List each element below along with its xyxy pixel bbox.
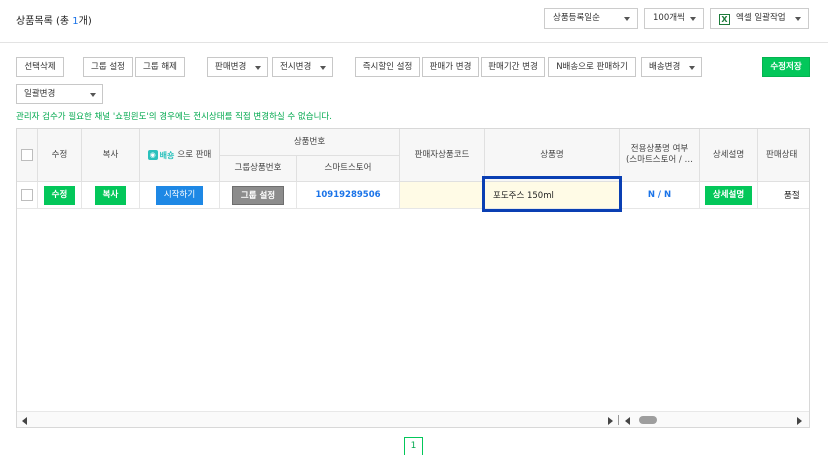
excel-bulk-select[interactable]: X 엑셀 일괄작업: [710, 8, 809, 29]
baemin-logo: ◉ 배숑: [147, 150, 175, 161]
header-smartstore: 스마트스토어: [297, 156, 400, 182]
baemin-suffix: 으로 판매: [177, 149, 212, 160]
delivery-change-label: 배송변경: [649, 62, 681, 72]
chevron-down-icon: [795, 17, 801, 21]
sale-period-change-button[interactable]: 판매기간 변경: [481, 57, 545, 77]
row-detail-cell: 상세설명: [700, 182, 758, 209]
scroll-right-arrow-icon[interactable]: [608, 417, 613, 425]
page-size-value: 100개씩: [653, 13, 685, 23]
header-seller-code: 판매자상품코드: [400, 129, 485, 182]
notice-text: 관리자 검수가 필요한 채널 '쇼핑윈도'의 경우에는 전시상태를 직접 변경하…: [16, 112, 332, 122]
header-baemin-sale: ◉ 배숑 으로 판매: [140, 129, 220, 182]
product-name-field[interactable]: 포도주스 150ml: [485, 182, 620, 209]
header-sale-status: 판매상태: [758, 129, 809, 182]
sale-price-change-button[interactable]: 판매가 변경: [422, 57, 479, 77]
group-set-row-button[interactable]: 그룹 설정: [231, 185, 285, 205]
row-edit-cell: 수정: [38, 182, 82, 209]
chevron-down-icon: [320, 66, 326, 70]
select-delete-button[interactable]: 선택삭제: [16, 57, 64, 77]
sale-status-value: 품절: [758, 182, 809, 209]
sort-select-value: 상품등록일순: [553, 13, 600, 23]
header-product-name: 상품명: [485, 129, 620, 182]
product-grid: 수정 복사 ◉ 배숑 으로 판매 상품번호 그룹상품번호 스마트스토어 판매자상품코…: [16, 128, 810, 428]
group-set-button[interactable]: 그룹 설정: [83, 57, 133, 77]
bulk-change-label: 일괄변경: [24, 89, 56, 99]
seller-code-field[interactable]: [400, 182, 485, 209]
sort-select[interactable]: 상품등록일순: [544, 8, 638, 29]
sale-change-label: 판매변경: [215, 62, 247, 72]
exclusive-name-link[interactable]: N / N: [648, 190, 671, 200]
smartstore-product-link[interactable]: 10919289506: [315, 190, 380, 200]
chevron-down-icon: [689, 66, 695, 70]
header-group-product-no: 그룹상품번호: [220, 156, 297, 182]
detail-desc-button[interactable]: 상세설명: [704, 185, 753, 205]
sale-change-dropdown[interactable]: 판매변경: [207, 57, 268, 77]
baemin-icon: ◉: [147, 150, 158, 160]
row-checkbox-cell: [17, 182, 38, 209]
copy-button[interactable]: 복사: [94, 185, 127, 205]
title-end: 개): [78, 16, 92, 27]
excel-button-label: 엑셀 일괄작업: [736, 13, 786, 23]
row-copy-cell: 복사: [82, 182, 140, 209]
display-change-label: 전시변경: [280, 62, 312, 72]
page-size-select[interactable]: 100개씩: [644, 8, 704, 29]
header-edit: 수정: [38, 129, 82, 182]
bulk-change-dropdown[interactable]: 일괄변경: [16, 84, 103, 104]
row-smartstore-cell: 10919289506: [297, 182, 400, 209]
group-unset-button[interactable]: 그룹 해제: [135, 57, 185, 77]
excel-icon: X: [719, 14, 730, 25]
chevron-down-icon: [624, 17, 630, 21]
scroll-right-arrow-icon[interactable]: [797, 417, 802, 425]
chevron-down-icon: [255, 66, 261, 70]
header-exclusive-name: 전용상품명 여부 (스마트스토어 / …: [620, 129, 700, 182]
chevron-down-icon: [690, 17, 696, 21]
divider: [0, 42, 828, 43]
select-all-checkbox[interactable]: [21, 149, 33, 161]
page-1-button[interactable]: 1: [404, 437, 423, 455]
instant-discount-button[interactable]: 즉시할인 설정: [355, 57, 420, 77]
header-exclusive-line1: 전용상품명 여부: [630, 144, 689, 154]
row-baemin-cell: 시작하기: [140, 182, 220, 209]
baemin-brand: 배숑: [159, 150, 175, 160]
row-group-cell: 그룹 설정: [220, 182, 297, 209]
header-product-no-group: 상품번호: [220, 129, 400, 156]
horizontal-scrollbar[interactable]: [17, 411, 809, 427]
edit-button[interactable]: 수정: [43, 185, 76, 205]
scroll-left-arrow-icon[interactable]: [22, 417, 27, 425]
start-baemin-button[interactable]: 시작하기: [155, 185, 204, 205]
row-checkbox[interactable]: [21, 189, 33, 201]
chevron-down-icon: [90, 93, 96, 97]
delivery-change-dropdown[interactable]: 배송변경: [641, 57, 702, 77]
scroll-divider: [618, 415, 619, 425]
page-title: 상품목록 (총 1개): [16, 12, 92, 27]
select-all-cell: [17, 129, 38, 182]
header-exclusive-line2: (스마트스토어 / …: [625, 155, 693, 165]
display-change-dropdown[interactable]: 전시변경: [272, 57, 333, 77]
save-edits-button[interactable]: 수정저장: [762, 57, 810, 77]
header-detail-desc: 상세설명: [700, 129, 758, 182]
header-copy: 복사: [82, 129, 140, 182]
scroll-thumb[interactable]: [639, 416, 657, 424]
scroll-left-arrow-icon[interactable]: [625, 417, 630, 425]
title-text: 상품목록 (총: [16, 16, 73, 27]
n-delivery-button[interactable]: N배송으로 판매하기: [548, 57, 636, 77]
row-exclusive-cell: N / N: [620, 182, 700, 209]
